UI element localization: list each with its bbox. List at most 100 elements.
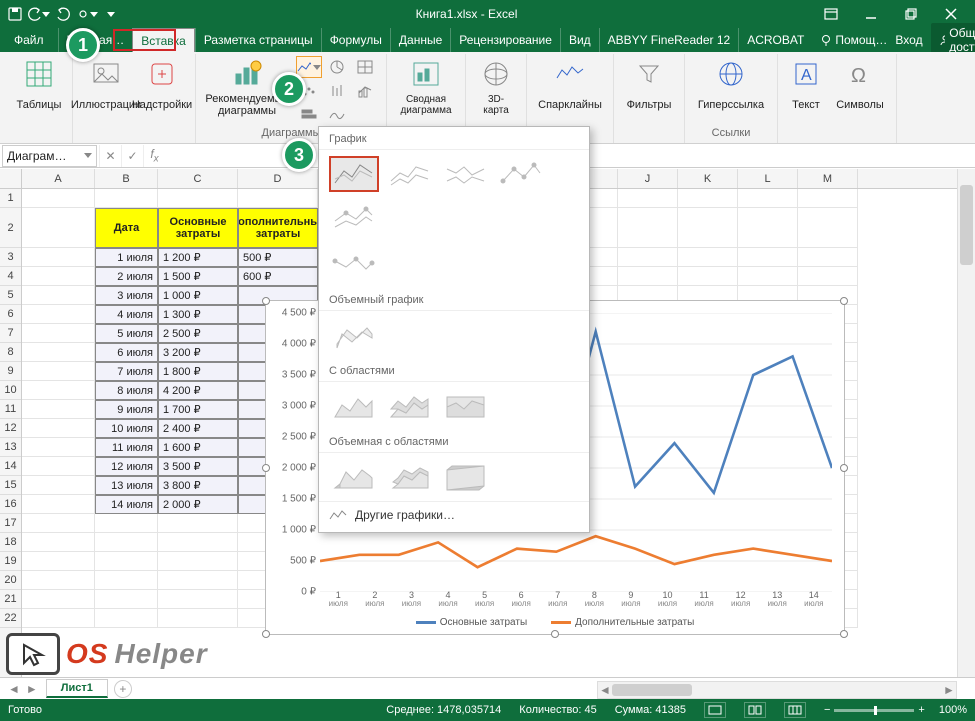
row-header[interactable]: 2 <box>0 208 21 248</box>
symbols-button[interactable]: ΩСимволы <box>832 56 888 120</box>
row-header[interactable]: 10 <box>0 381 21 400</box>
chart-3darea-basic[interactable] <box>329 459 379 495</box>
text-button[interactable]: AТекст <box>786 56 826 120</box>
cell[interactable]: 500 ₽ <box>238 248 318 267</box>
ribbon-tab[interactable]: Формулы <box>321 28 390 52</box>
cell[interactable]: Дополнительные затраты <box>238 208 318 248</box>
cell[interactable] <box>95 189 158 208</box>
cell[interactable]: Основные затраты <box>158 208 238 248</box>
chart-area-stacked[interactable] <box>385 388 435 424</box>
row-header[interactable]: 21 <box>0 590 21 609</box>
cell[interactable] <box>158 552 238 571</box>
3dmap-button[interactable]: 3D-карта <box>474 56 518 120</box>
row-header[interactable]: 5 <box>0 286 21 305</box>
restore-icon[interactable] <box>891 0 931 28</box>
column-header[interactable]: A <box>22 169 95 188</box>
addins-button[interactable]: Надстройки <box>137 56 187 120</box>
insert-surface-dropdown[interactable] <box>324 104 350 126</box>
customize-qat-icon[interactable] <box>100 3 122 25</box>
cell[interactable] <box>22 362 95 381</box>
sheet-nav-prev-icon[interactable]: ◄ <box>8 682 20 696</box>
zoom-out-icon[interactable]: − <box>824 704 830 716</box>
row-header[interactable]: 22 <box>0 609 21 628</box>
column-header[interactable]: B <box>95 169 158 188</box>
chart-3dline[interactable] <box>329 317 379 353</box>
cell[interactable]: 1 июля <box>95 248 158 267</box>
sign-in[interactable]: Вход <box>895 33 922 47</box>
cell[interactable]: 3 июля <box>95 286 158 305</box>
row-header[interactable]: 18 <box>0 533 21 552</box>
cell[interactable] <box>798 267 858 286</box>
cell[interactable] <box>95 609 158 628</box>
cell[interactable] <box>738 267 798 286</box>
insert-combo-dropdown[interactable] <box>352 80 378 102</box>
cell[interactable] <box>678 189 738 208</box>
row-header[interactable]: 19 <box>0 552 21 571</box>
cell[interactable] <box>95 571 158 590</box>
cell[interactable] <box>22 514 95 533</box>
cancel-formula-icon[interactable]: ✕ <box>99 145 121 167</box>
cell[interactable]: 1 000 ₽ <box>158 286 238 305</box>
filters-button[interactable]: Фильтры <box>622 56 676 120</box>
scroll-left-icon[interactable]: ◄ <box>598 682 612 698</box>
cell[interactable]: 3 200 ₽ <box>158 343 238 362</box>
cell[interactable] <box>95 514 158 533</box>
cell[interactable] <box>738 208 798 248</box>
zoom-slider[interactable] <box>834 709 914 712</box>
cell[interactable] <box>738 248 798 267</box>
cell[interactable]: 3 500 ₽ <box>158 457 238 476</box>
redo-icon[interactable] <box>52 3 74 25</box>
cell[interactable] <box>618 267 678 286</box>
add-sheet-icon[interactable]: + <box>114 680 132 698</box>
cell[interactable] <box>798 208 858 248</box>
cell[interactable] <box>678 208 738 248</box>
insert-bar-dropdown[interactable] <box>296 104 322 126</box>
zoom-control[interactable]: − + 100% <box>824 704 967 716</box>
cell[interactable] <box>22 286 95 305</box>
cell[interactable]: 9 июля <box>95 400 158 419</box>
column-header[interactable]: J <box>618 169 678 188</box>
name-box[interactable]: Диаграм… <box>2 145 97 167</box>
cell[interactable] <box>22 324 95 343</box>
row-header[interactable]: 20 <box>0 571 21 590</box>
cell[interactable]: 2 июля <box>95 267 158 286</box>
chart-3darea-stacked[interactable] <box>385 459 435 495</box>
cell[interactable] <box>798 248 858 267</box>
cell[interactable]: 8 июля <box>95 381 158 400</box>
row-header[interactable]: 7 <box>0 324 21 343</box>
view-pagebreak-icon[interactable] <box>784 702 806 718</box>
cell[interactable] <box>22 400 95 419</box>
row-header[interactable]: 13 <box>0 438 21 457</box>
cell[interactable] <box>238 189 318 208</box>
enter-formula-icon[interactable]: ✓ <box>121 145 143 167</box>
cell[interactable] <box>22 552 95 571</box>
row-header[interactable]: 8 <box>0 343 21 362</box>
cell[interactable]: 1 800 ₽ <box>158 362 238 381</box>
cell[interactable] <box>22 438 95 457</box>
row-header[interactable]: 17 <box>0 514 21 533</box>
cell[interactable]: 11 июля <box>95 438 158 457</box>
row-header[interactable]: 6 <box>0 305 21 324</box>
sheet-tab-active[interactable]: Лист1 <box>46 679 108 698</box>
cell[interactable] <box>22 189 95 208</box>
cell[interactable] <box>22 495 95 514</box>
fx-icon[interactable]: fx <box>143 145 165 167</box>
sparklines-button[interactable]: Спарклайны <box>535 56 605 120</box>
insert-line-chart-dropdown[interactable] <box>296 56 322 78</box>
row-header[interactable]: 9 <box>0 362 21 381</box>
row-header[interactable]: 11 <box>0 400 21 419</box>
chart-area-basic[interactable] <box>329 388 379 424</box>
insert-stock-dropdown[interactable] <box>324 80 350 102</box>
ribbon-tab[interactable]: Вид <box>560 28 599 52</box>
cell[interactable]: 4 200 ₽ <box>158 381 238 400</box>
cell[interactable]: 6 июля <box>95 343 158 362</box>
chart-area-100stacked[interactable] <box>441 388 491 424</box>
ribbon-tab[interactable]: Рецензирование <box>450 28 560 52</box>
horizontal-scrollbar[interactable]: ◄ ► <box>597 681 957 699</box>
cell[interactable] <box>95 533 158 552</box>
cell[interactable] <box>158 571 238 590</box>
cell[interactable]: 2 500 ₽ <box>158 324 238 343</box>
cell[interactable] <box>738 189 798 208</box>
sheet-nav-next-icon[interactable]: ► <box>26 682 38 696</box>
cell[interactable] <box>22 419 95 438</box>
